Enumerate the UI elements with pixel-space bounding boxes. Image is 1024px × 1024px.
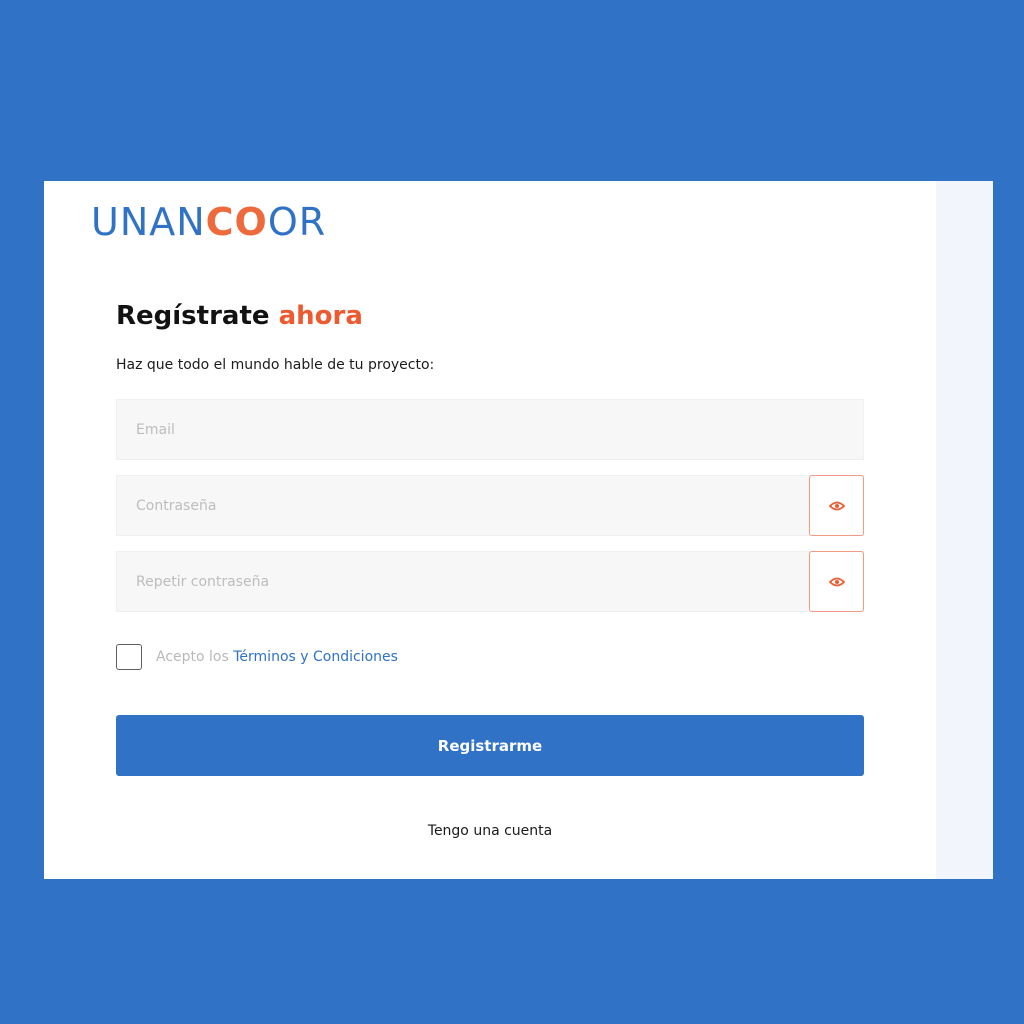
repeat-password-placeholder: Repetir contraseña [136,574,270,591]
terms-label: Acepto los Términos y Condiciones [156,649,398,665]
side-panel [936,181,993,879]
page-title: Regístrate ahora [116,301,864,332]
password-input[interactable]: Contraseña [117,476,809,535]
password-field: Contraseña [116,475,864,537]
logo-text-c: OR [267,200,327,244]
register-button[interactable]: Registrarme [116,715,864,777]
terms-row: Acepto los Términos y Condiciones [116,644,864,671]
terms-checkbox[interactable] [116,644,142,671]
password-placeholder: Contraseña [136,498,217,515]
repeat-password-field: Repetir contraseña [116,551,864,613]
eye-icon [828,501,845,511]
login-link[interactable]: Tengo una cuenta [116,823,864,839]
toggle-password-visibility-button[interactable] [809,475,864,537]
email-field[interactable]: Email [116,399,864,461]
terms-prefix: Acepto los [156,649,229,666]
logo-text-a: UNAN [91,200,206,244]
form-subtitle: Haz que todo el mundo hable de tu proyec… [116,357,435,374]
title-accent: ahora [278,301,363,331]
terms-link[interactable]: Términos y Condiciones [233,649,398,665]
brand-logo: UNAN CO OR [91,203,326,241]
toggle-repeat-password-visibility-button[interactable] [809,551,864,613]
title-main: Regístrate [116,301,270,331]
register-card: UNAN CO OR Regístrate ahora Haz que todo e… [44,181,993,879]
register-form: Regístrate ahora Haz que todo el mundo h… [116,301,864,839]
email-placeholder: Email [136,422,175,439]
logo-text-b: CO [205,200,268,244]
repeat-password-input[interactable]: Repetir contraseña [117,552,809,611]
eye-icon [828,577,845,587]
